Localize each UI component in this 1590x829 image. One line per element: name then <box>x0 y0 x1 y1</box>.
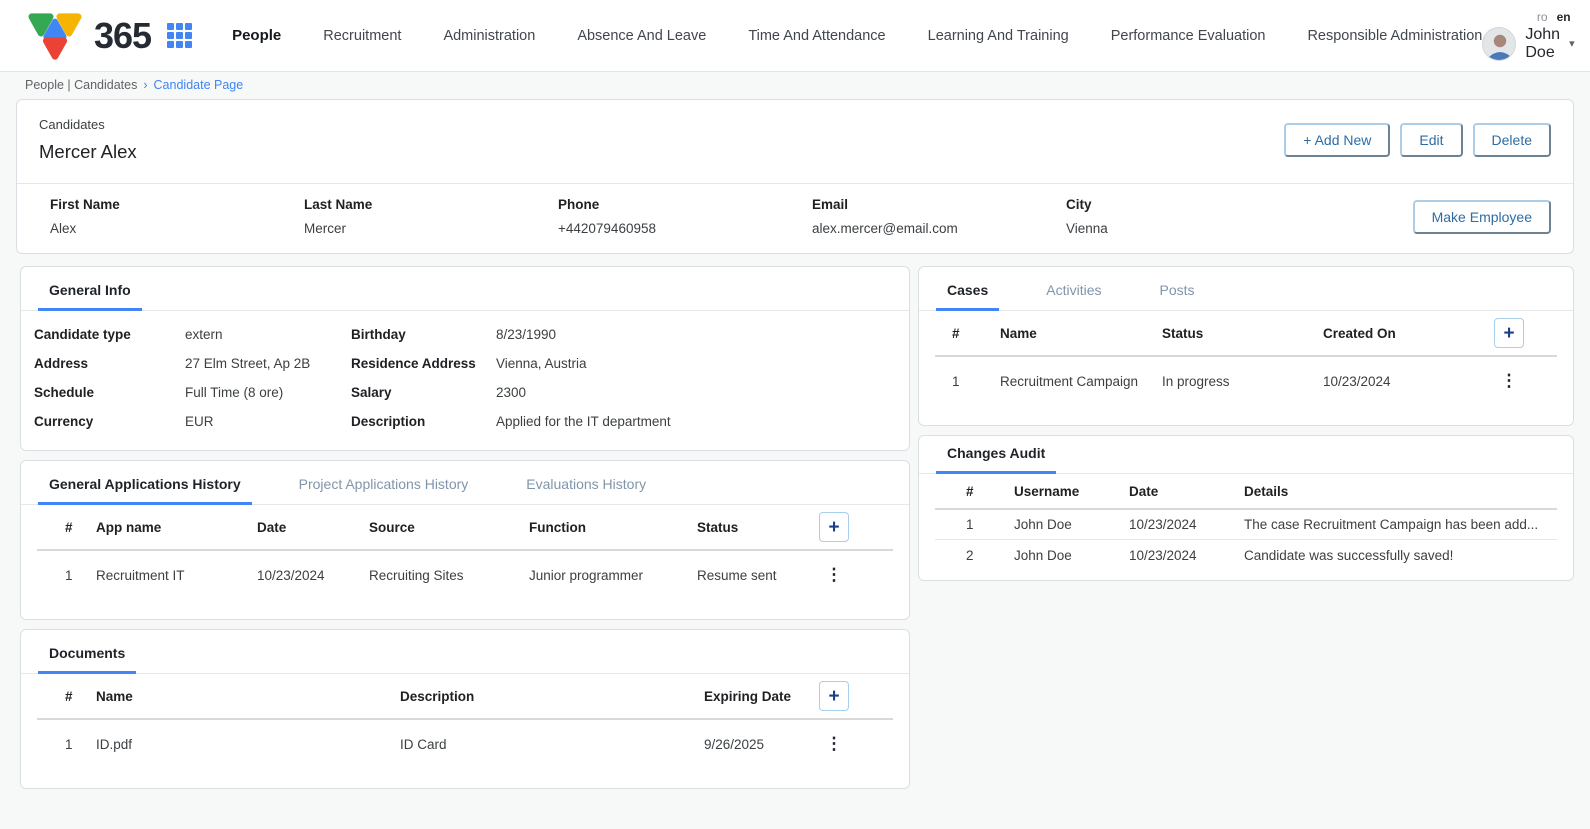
app-logo[interactable]: 365 <box>26 9 151 63</box>
add-application-button[interactable]: + <box>819 512 849 542</box>
applications-tabs: General Applications History Project App… <box>21 461 909 505</box>
field-email: Email alex.mercer@email.com <box>812 197 1066 236</box>
kebab-menu-icon[interactable]: ⋮ <box>819 565 849 585</box>
lang-en[interactable]: en <box>1557 10 1571 24</box>
nav-item-learning-and-training[interactable]: Learning And Training <box>928 28 1069 44</box>
case-row[interactable]: 1 Recruitment Campaign In progress 10/23… <box>935 357 1557 405</box>
general-info-row: Candidate type extern Birthday 8/23/1990 <box>21 320 889 349</box>
general-info-row: Address 27 Elm Street, Ap 2B Residence A… <box>21 349 889 378</box>
general-info-tabs: General Info <box>21 267 909 311</box>
main-navigation: People Recruitment Administration Absenc… <box>232 27 1482 44</box>
tab-general-applications-history[interactable]: General Applications History <box>38 461 252 505</box>
field-city: City Vienna <box>1066 197 1320 236</box>
add-new-button[interactable]: + Add New <box>1284 123 1390 157</box>
top-navbar: 365 People Recruitment Administration Ab… <box>0 0 1590 72</box>
application-row[interactable]: 1 Recruitment IT 10/23/2024 Recruiting S… <box>37 551 893 599</box>
language-switcher: ro en <box>1537 10 1575 24</box>
cases-card: Cases Activities Posts # Name Status Cre… <box>918 266 1574 426</box>
general-info-table: Candidate type extern Birthday 8/23/1990… <box>21 311 909 450</box>
topbar-right: ro en John Doe ▾ <box>1482 10 1574 62</box>
cases-table: # Name Status Created On + 1 Recruitment… <box>935 311 1557 405</box>
nav-item-absence-and-leave[interactable]: Absence And Leave <box>577 28 706 44</box>
tab-documents[interactable]: Documents <box>38 630 136 674</box>
documents-table-header: # Name Description Expiring Date + <box>37 674 893 720</box>
add-case-button[interactable]: + <box>1494 318 1524 348</box>
applications-history-card: General Applications History Project App… <box>20 460 910 620</box>
logo-triangles-icon <box>26 9 84 63</box>
tab-general-info[interactable]: General Info <box>38 267 142 311</box>
nav-item-people[interactable]: People <box>232 27 281 44</box>
title-row: Candidates Mercer Alex + Add New Edit De… <box>17 100 1573 183</box>
audit-row: 2 John Doe 10/23/2024 Candidate was succ… <box>935 540 1557 570</box>
nav-item-recruitment[interactable]: Recruitment <box>323 28 401 44</box>
header-actions: + Add New Edit Delete <box>1284 123 1551 157</box>
changes-audit-table: # Username Date Details 1 John Doe 10/23… <box>935 474 1557 580</box>
user-menu[interactable]: John Doe ▾ <box>1482 26 1574 62</box>
tab-cases[interactable]: Cases <box>936 267 999 311</box>
nav-item-responsible-administration[interactable]: Responsible Administration <box>1307 28 1482 44</box>
documents-card: Documents # Name Description Expiring Da… <box>20 629 910 789</box>
breadcrumb-trail[interactable]: People | Candidates <box>25 78 137 92</box>
changes-audit-table-header: # Username Date Details <box>935 474 1557 510</box>
summary-fields-row: First Name Alex Last Name Mercer Phone +… <box>17 183 1573 253</box>
kebab-menu-icon[interactable]: ⋮ <box>1494 371 1524 391</box>
nav-item-time-and-attendance[interactable]: Time And Attendance <box>748 28 885 44</box>
user-name: John Doe <box>1525 26 1560 62</box>
candidate-header-card: Candidates Mercer Alex + Add New Edit De… <box>16 99 1574 254</box>
breadcrumb-separator-icon: › <box>143 78 147 92</box>
changes-audit-tabs: Changes Audit <box>919 436 1573 474</box>
document-row[interactable]: 1 ID.pdf ID Card 9/26/2025 ⋮ <box>37 720 893 768</box>
make-employee-button[interactable]: Make Employee <box>1413 200 1551 234</box>
nav-item-administration[interactable]: Administration <box>443 28 535 44</box>
page-title: Mercer Alex <box>39 141 137 163</box>
right-column: Cases Activities Posts # Name Status Cre… <box>918 266 1574 590</box>
chevron-down-icon: ▾ <box>1569 37 1575 50</box>
field-phone: Phone +442079460958 <box>558 197 812 236</box>
general-info-row: Schedule Full Time (8 ore) Salary 2300 <box>21 378 889 407</box>
logo-text: 365 <box>94 15 151 57</box>
tab-activities[interactable]: Activities <box>1035 267 1112 311</box>
section-label: Candidates <box>39 117 137 132</box>
cases-table-header: # Name Status Created On + <box>935 311 1557 357</box>
changes-audit-card: Changes Audit # Username Date Details 1 … <box>918 435 1574 581</box>
main-columns: General Info Candidate type extern Birth… <box>0 266 1590 798</box>
kebab-menu-icon[interactable]: ⋮ <box>819 734 849 754</box>
tab-posts[interactable]: Posts <box>1149 267 1206 311</box>
cases-tabs: Cases Activities Posts <box>919 267 1573 311</box>
field-last-name: Last Name Mercer <box>304 197 558 236</box>
tab-evaluations-history[interactable]: Evaluations History <box>515 461 657 505</box>
breadcrumb-current[interactable]: Candidate Page <box>154 78 244 92</box>
nav-item-performance-evaluation[interactable]: Performance Evaluation <box>1111 28 1266 44</box>
apps-grid-icon[interactable] <box>167 23 192 48</box>
edit-button[interactable]: Edit <box>1400 123 1462 157</box>
add-document-button[interactable]: + <box>819 681 849 711</box>
tab-project-applications-history[interactable]: Project Applications History <box>288 461 480 505</box>
tab-changes-audit[interactable]: Changes Audit <box>936 436 1056 474</box>
documents-table: # Name Description Expiring Date + 1 ID.… <box>37 674 893 768</box>
lang-ro[interactable]: ro <box>1537 10 1548 24</box>
audit-row: 1 John Doe 10/23/2024 The case Recruitme… <box>935 510 1557 540</box>
applications-table-header: # App name Date Source Function Status + <box>37 505 893 551</box>
avatar <box>1482 27 1516 61</box>
field-first-name: First Name Alex <box>50 197 304 236</box>
applications-table: # App name Date Source Function Status +… <box>37 505 893 599</box>
documents-tabs: Documents <box>21 630 909 674</box>
general-info-card: General Info Candidate type extern Birth… <box>20 266 910 451</box>
left-column: General Info Candidate type extern Birth… <box>20 266 910 798</box>
general-info-row: Currency EUR Description Applied for the… <box>21 407 889 436</box>
breadcrumb: People | Candidates › Candidate Page <box>0 72 1590 97</box>
delete-button[interactable]: Delete <box>1473 123 1551 157</box>
